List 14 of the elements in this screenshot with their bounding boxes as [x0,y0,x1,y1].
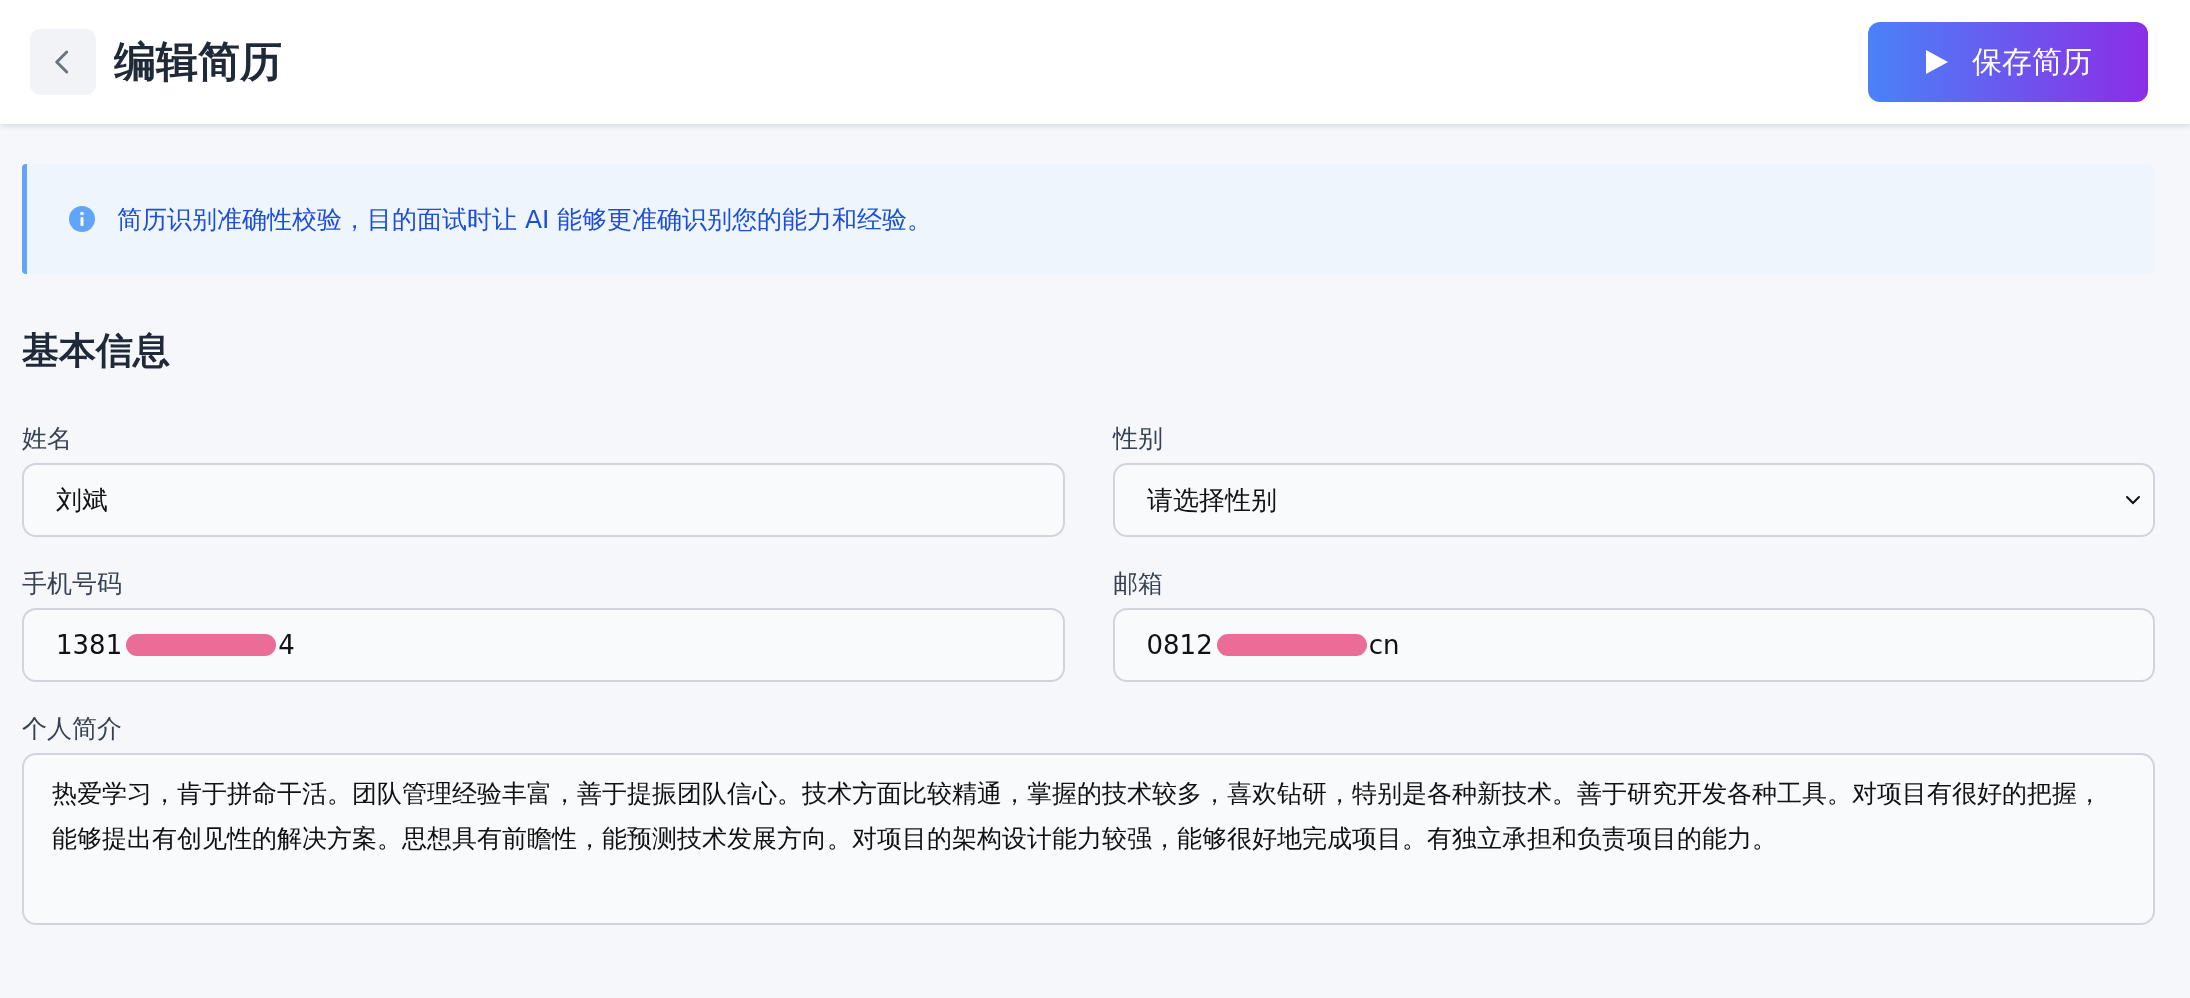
input-field[interactable]: 1381 4 [22,608,1065,682]
input-field[interactable]: 刘斌 [22,463,1065,537]
select-field[interactable]: 请选择性别 [1112,463,2155,537]
save-button[interactable]: 保存简历 [1868,22,2148,102]
field-label: 个人简介 [22,713,122,745]
page-title: 编辑简历 [114,36,282,88]
field-label: 姓名 [22,423,72,455]
field-label: 邮箱 [1112,568,1163,600]
textarea-field[interactable]: 热爱学习，肯于拼命干活。团队管理经验丰富，善于提振团队信心。技术方面比较精通，掌握的技术较多，喜欢钻研，特别是各种新技术。善于研究开发各种工具。对项目有很好的把握，能够提出有创见性的解决方案。思想具有前瞻性，能预测技术发展方向。对项目的架构设计能力较强，能够很好地完成项目。有独立承担和负责项目的能力。 [22,753,2155,925]
field-label: 手机号码 [22,568,122,600]
field-label: 性别 [1112,423,1163,455]
section-title: 基本信息 [22,328,171,374]
notice-text: 简历识别准确性校验，目的面试时让 AI 能够更准确识别您的能力和经验。 [117,203,933,236]
input-field[interactable]: 0812 cn [1112,608,2155,682]
